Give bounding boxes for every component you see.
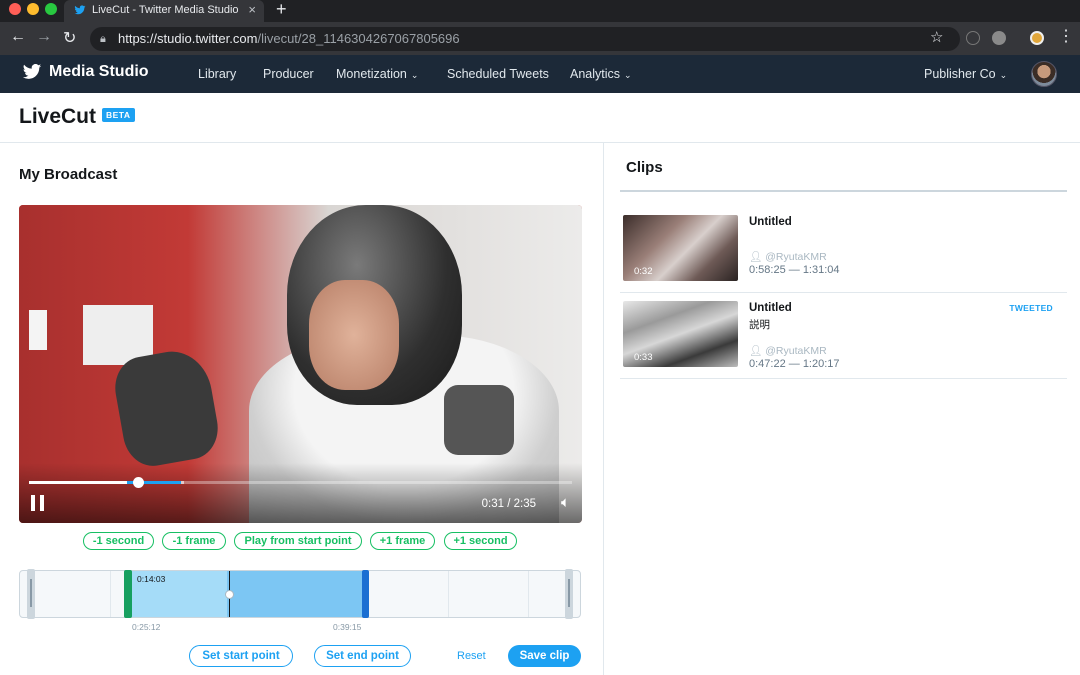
address-bar[interactable]: 🔒︎ https://studio.twitter.com/livecut/28…: [90, 27, 960, 51]
url-host: https://studio.twitter.com: [118, 31, 258, 46]
forward-arrow-icon[interactable]: →: [36, 28, 52, 46]
timeline-right-grip[interactable]: [565, 569, 573, 619]
tab-close-icon[interactable]: ×: [248, 0, 256, 20]
minus-one-frame-button[interactable]: -1 frame: [162, 532, 226, 550]
user-icon: 👤︎: [749, 251, 766, 263]
shield-extension-icon[interactable]: [992, 31, 1006, 45]
account-menu[interactable]: Publisher Co ⌄: [924, 67, 1007, 81]
nav-monetization[interactable]: Monetization ⌄: [336, 67, 418, 81]
page-header: LiveCut BETA: [0, 93, 1080, 143]
burger-extension-icon[interactable]: [1030, 31, 1044, 45]
pause-icon[interactable]: [31, 495, 45, 511]
nav-producer-label: Producer: [263, 67, 314, 81]
set-start-point-button[interactable]: Set start point: [189, 645, 293, 667]
clips-heading-rule: [620, 190, 1067, 192]
app-navbar: Media Studio Library Producer Monetizati…: [0, 55, 1080, 93]
nav-analytics-label: Analytics: [570, 67, 621, 81]
chevron-down-icon: ⌄: [999, 70, 1008, 80]
clip-description: 説明: [749, 319, 770, 331]
brand[interactable]: Media Studio: [22, 63, 149, 81]
account-name: Publisher Co: [924, 67, 996, 81]
back-arrow-icon[interactable]: ←: [10, 28, 26, 46]
chevron-down-icon: ⌄: [624, 70, 632, 80]
time-readout: 0:31 / 2:35: [481, 498, 536, 510]
clips-heading: Clips: [626, 159, 663, 176]
progress-scrubber-handle[interactable]: [132, 477, 144, 488]
plus-one-frame-button[interactable]: +1 frame: [370, 532, 435, 550]
timeline-segment-divider: [528, 571, 529, 617]
video-frame-patch: [444, 385, 514, 455]
end-tick-label: 0:39:15: [333, 622, 362, 632]
progress-played: [29, 481, 138, 484]
volume-icon[interactable]: 🔈︎: [561, 494, 570, 511]
clip-duration: 0:32: [634, 266, 653, 277]
clip-duration: 0:33: [634, 352, 653, 363]
video-player[interactable]: 0:31 / 2:35 🔈︎: [19, 205, 582, 523]
video-frame-papers: [29, 310, 47, 350]
start-point-handle[interactable]: [124, 570, 132, 618]
window-minimize-button[interactable]: [27, 3, 39, 15]
broadcast-heading: My Broadcast: [19, 166, 118, 183]
end-point-handle[interactable]: [362, 570, 369, 618]
clip-title: Untitled: [749, 302, 792, 314]
user-icon: 👤︎: [749, 345, 766, 357]
beta-badge: BETA: [102, 108, 135, 122]
video-frame-face: [309, 280, 399, 390]
chevron-down-icon: ⌄: [410, 70, 419, 80]
reload-icon[interactable]: ↻: [63, 28, 76, 48]
timeline-playhead-knob[interactable]: [225, 590, 234, 599]
nav-scheduled-tweets-label: Scheduled Tweets: [447, 67, 549, 81]
window-close-button[interactable]: [9, 3, 21, 15]
browser-tab-bar: LiveCut - Twitter Media Studio × +: [0, 0, 1080, 22]
nav-producer[interactable]: Producer: [263, 67, 314, 81]
timeline-segment-divider: [110, 571, 111, 617]
browser-menu-icon[interactable]: ⋮: [1058, 26, 1074, 46]
tweeted-badge: TWEETED: [1009, 303, 1053, 313]
clip-username: @RyutaKMR: [765, 345, 827, 357]
clip-thumbnail[interactable]: 0:33: [623, 301, 738, 367]
video-progress-bar[interactable]: [29, 477, 572, 488]
nav-analytics[interactable]: Analytics ⌄: [570, 67, 632, 81]
reset-link[interactable]: Reset: [457, 650, 486, 662]
clip-item[interactable]: 0:32 Untitled 👤︎ @RyutaKMR 0:58:25 — 1:3…: [620, 207, 1067, 293]
plus-one-second-button[interactable]: +1 second: [444, 532, 517, 550]
nav-monetization-label: Monetization: [336, 67, 407, 81]
panel-divider: [603, 143, 604, 675]
play-from-start-button[interactable]: Play from start point: [234, 532, 362, 550]
tab-title: LiveCut - Twitter Media Studio: [92, 4, 239, 16]
save-clip-button[interactable]: Save clip: [508, 645, 581, 667]
set-end-point-button[interactable]: Set end point: [314, 645, 411, 667]
twitter-favicon-icon: [74, 5, 86, 15]
clip-range: 0:58:25 — 1:31:04: [749, 264, 840, 276]
new-tab-icon[interactable]: +: [276, 0, 287, 20]
clip-timeline[interactable]: 0:14:03: [19, 569, 581, 619]
clip-title: Untitled: [749, 216, 792, 228]
info-extension-icon[interactable]: [966, 31, 980, 45]
nav-scheduled-tweets[interactable]: Scheduled Tweets: [447, 67, 549, 81]
lock-icon: 🔒︎: [100, 33, 106, 45]
timeline-left-grip[interactable]: [27, 569, 35, 619]
video-controls-gradient: [19, 463, 582, 523]
clip-thumbnail[interactable]: 0:32: [623, 215, 738, 281]
clip-username: @RyutaKMR: [765, 251, 827, 263]
nav-library[interactable]: Library: [198, 67, 236, 81]
url-path: /livecut/28_1146304267067805696: [257, 31, 460, 46]
bookmark-star-icon[interactable]: ☆: [930, 28, 943, 46]
minus-one-second-button[interactable]: -1 second: [83, 532, 154, 550]
clip-item[interactable]: 0:33 Untitled 説明 👤︎ @RyutaKMR 0:47:22 — …: [620, 293, 1067, 379]
selection-duration: 0:14:03: [137, 574, 166, 584]
brand-name: Media Studio: [49, 63, 149, 80]
timeline-segment-divider: [448, 571, 449, 617]
start-tick-label: 0:25:12: [132, 622, 161, 632]
page-title: LiveCut: [19, 105, 97, 128]
browser-toolbar: ← → ↻ 🔒︎ https://studio.twitter.com/live…: [0, 22, 1080, 55]
browser-tab[interactable]: LiveCut - Twitter Media Studio ×: [64, 0, 264, 22]
window-zoom-button[interactable]: [45, 3, 57, 15]
nav-library-label: Library: [198, 67, 237, 81]
avatar[interactable]: [1031, 61, 1057, 87]
twitter-bird-icon: [22, 64, 42, 79]
clip-user: 👤︎ @RyutaKMR: [749, 250, 827, 263]
clip-user: 👤︎ @RyutaKMR: [749, 344, 827, 357]
clip-range: 0:47:22 — 1:20:17: [749, 358, 840, 370]
